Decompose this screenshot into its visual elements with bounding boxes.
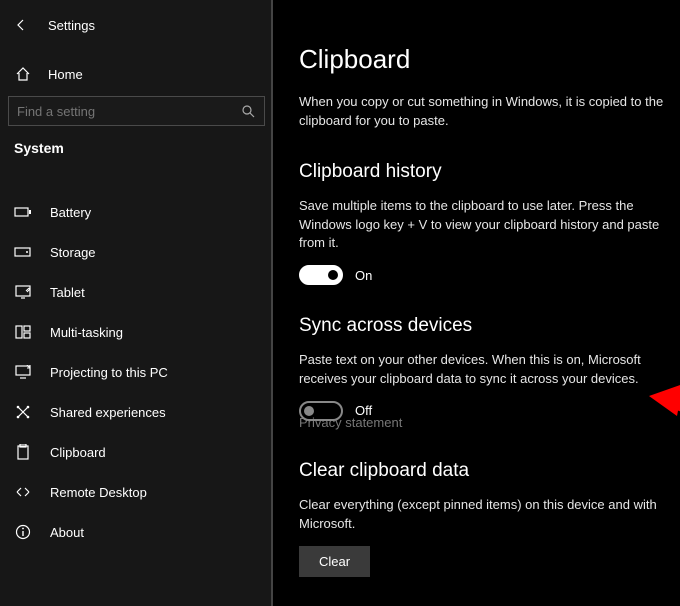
settings-sidebar: Settings Home System Battery Storage Tab… <box>0 0 273 606</box>
sidebar-item-battery[interactable]: Battery <box>0 192 273 232</box>
sidebar-item-label: About <box>50 525 84 540</box>
sidebar-item-label: Clipboard <box>50 445 106 460</box>
clipboard-history-heading: Clipboard history <box>299 161 664 183</box>
search-icon <box>240 104 256 118</box>
sync-toggle[interactable] <box>299 401 343 421</box>
clear-button[interactable]: Clear <box>299 546 370 577</box>
page-intro: When you copy or cut something in Window… <box>299 93 664 131</box>
search-box[interactable] <box>8 96 265 126</box>
clipboard-icon <box>14 444 32 460</box>
clipboard-history-toggle-state: On <box>355 268 372 283</box>
search-input[interactable] <box>17 104 240 119</box>
sidebar-item-projecting[interactable]: Projecting to this PC <box>0 352 273 392</box>
projecting-icon <box>14 365 32 379</box>
clipboard-history-toggle[interactable] <box>299 265 343 285</box>
sidebar-item-storage[interactable]: Storage <box>0 232 273 272</box>
sync-heading: Sync across devices <box>299 315 664 337</box>
sidebar-item-label: Projecting to this PC <box>50 365 168 380</box>
storage-icon <box>14 246 32 258</box>
home-icon <box>14 66 32 82</box>
sidebar-item-shared-experiences[interactable]: Shared experiences <box>0 392 273 432</box>
clipboard-history-toggle-row: On <box>299 265 664 285</box>
battery-icon <box>14 206 32 218</box>
back-button[interactable] <box>10 14 32 36</box>
sidebar-item-about[interactable]: About <box>0 512 273 552</box>
sidebar-item-label: Battery <box>50 205 91 220</box>
main-panel: Clipboard When you copy or cut something… <box>273 0 680 606</box>
home-label: Home <box>48 67 83 82</box>
sidebar-item-label: Storage <box>50 245 96 260</box>
sidebar-header: Settings <box>0 10 273 46</box>
page-title: Clipboard <box>299 44 664 75</box>
privacy-statement-link[interactable]: Privacy statement <box>299 415 664 430</box>
category-label: System <box>0 140 273 170</box>
sidebar-item-multitasking[interactable]: Multi-tasking <box>0 312 273 352</box>
remote-desktop-icon <box>14 485 32 499</box>
sidebar-item-label: Tablet <box>50 285 85 300</box>
clear-heading: Clear clipboard data <box>299 460 664 482</box>
clipboard-history-desc: Save multiple items to the clipboard to … <box>299 197 664 254</box>
sync-desc: Paste text on your other devices. When t… <box>299 351 664 389</box>
search-container <box>0 96 273 140</box>
tablet-icon <box>14 285 32 299</box>
sidebar-item-remote-desktop[interactable]: Remote Desktop <box>0 472 273 512</box>
sidebar-item-clipboard[interactable]: Clipboard <box>0 432 273 472</box>
back-arrow-icon <box>14 18 28 32</box>
clear-desc: Clear everything (except pinned items) o… <box>299 496 664 534</box>
about-icon <box>14 524 32 540</box>
sidebar-item-label: Multi-tasking <box>50 325 123 340</box>
shared-experiences-icon <box>14 404 32 420</box>
multitasking-icon <box>14 325 32 339</box>
app-title: Settings <box>48 18 95 33</box>
toggle-knob <box>328 270 338 280</box>
sidebar-item-label: Remote Desktop <box>50 485 147 500</box>
nav-list: Battery Storage Tablet Multi-tasking Pro… <box>0 170 273 552</box>
sidebar-item-label: Shared experiences <box>50 405 166 420</box>
sidebar-item-tablet[interactable]: Tablet <box>0 272 273 312</box>
home-nav[interactable]: Home <box>0 46 273 96</box>
toggle-knob <box>304 406 314 416</box>
